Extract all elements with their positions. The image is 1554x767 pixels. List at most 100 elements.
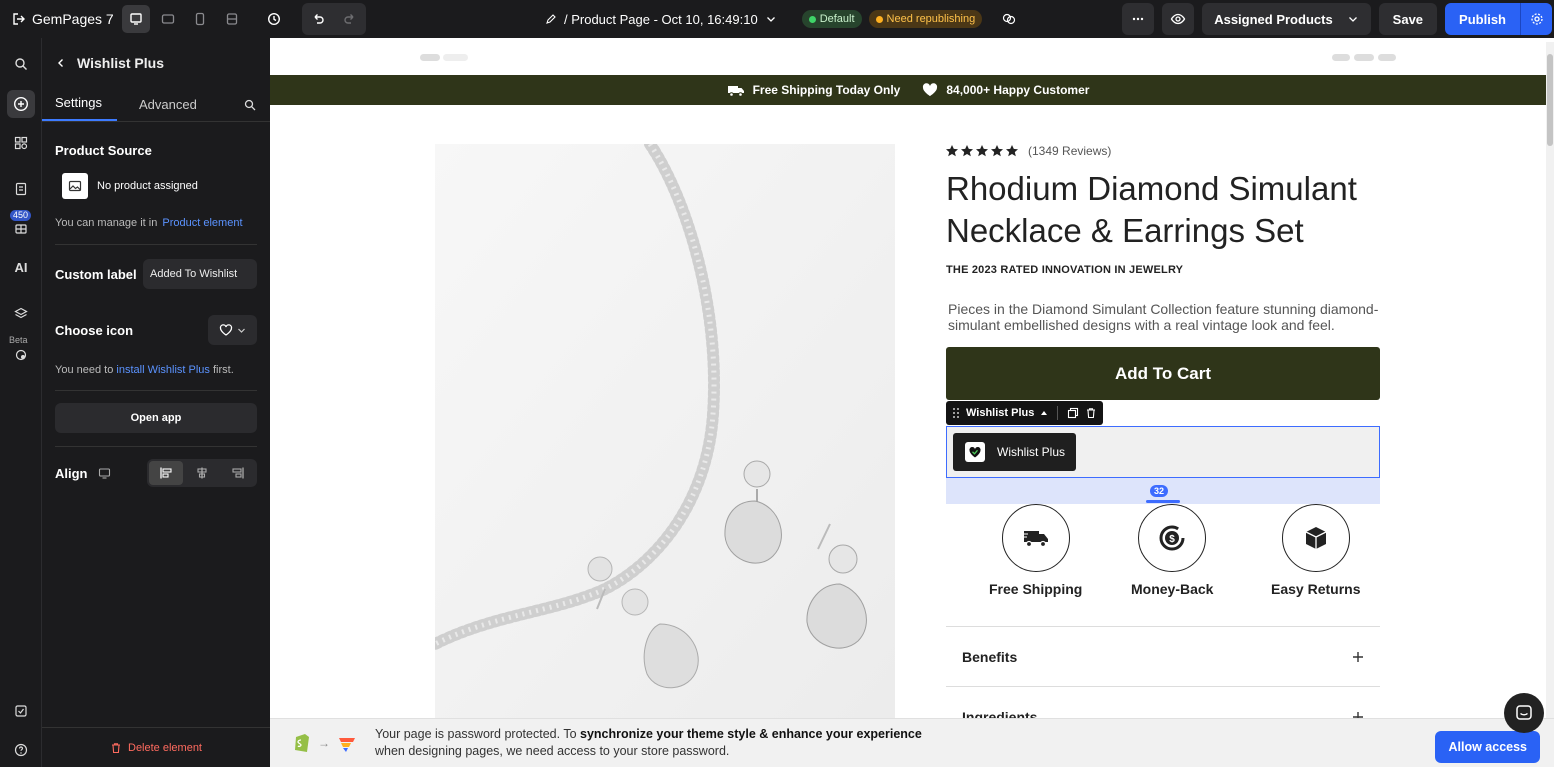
product-title: Rhodium Diamond Simulant Necklace & Earr… bbox=[946, 170, 1357, 249]
status-dot bbox=[808, 15, 816, 23]
search-rail-button[interactable] bbox=[7, 50, 35, 78]
brain-icon[interactable] bbox=[1001, 11, 1017, 27]
align-left-button[interactable] bbox=[149, 461, 183, 485]
apps-rail-button[interactable] bbox=[7, 214, 35, 242]
divider bbox=[55, 390, 257, 391]
product-image[interactable] bbox=[435, 144, 895, 719]
align-right-button[interactable] bbox=[221, 461, 255, 485]
checklist-icon bbox=[15, 705, 27, 717]
status-badge-default: Default bbox=[801, 10, 862, 28]
publish-label: Publish bbox=[1459, 11, 1506, 27]
add-to-cart-button[interactable]: Add To Cart bbox=[946, 347, 1380, 400]
checklist-rail-button[interactable] bbox=[7, 697, 35, 725]
icon-picker[interactable] bbox=[208, 315, 257, 345]
mobile-view-button[interactable] bbox=[218, 5, 246, 33]
icon-rail: 450 AI Beta bbox=[0, 38, 42, 767]
search-icon[interactable] bbox=[244, 99, 256, 111]
more-button[interactable] bbox=[1122, 3, 1155, 35]
divider bbox=[55, 446, 257, 447]
undo-redo-group bbox=[302, 3, 366, 35]
palette-icon bbox=[15, 349, 27, 361]
tab-advanced[interactable]: Advanced bbox=[139, 97, 197, 121]
publish-button[interactable]: Publish bbox=[1445, 3, 1520, 35]
divider bbox=[1057, 406, 1059, 420]
shopify-icon bbox=[295, 734, 309, 752]
skeleton-bar bbox=[1354, 54, 1374, 61]
wishlist-button-label: Wishlist Plus bbox=[997, 445, 1066, 459]
assigned-products-label: Assigned Products bbox=[1214, 11, 1333, 27]
save-label: Save bbox=[1392, 11, 1424, 27]
chat-icon bbox=[1516, 705, 1532, 720]
spacing-handle[interactable] bbox=[1146, 500, 1180, 503]
panel-tabs: Settings Advanced bbox=[42, 88, 270, 122]
product-source-label: Product Source bbox=[55, 143, 152, 158]
publish-settings-button[interactable] bbox=[1520, 3, 1552, 35]
divider bbox=[55, 244, 257, 245]
preview-button[interactable] bbox=[1162, 3, 1195, 35]
spacing-indicator[interactable]: 32 bbox=[946, 478, 1380, 504]
integration-icons: → bbox=[270, 732, 375, 754]
device-switcher bbox=[122, 5, 246, 33]
mobile-icon bbox=[226, 13, 238, 25]
history-button[interactable] bbox=[260, 5, 288, 33]
undo-button[interactable] bbox=[302, 3, 334, 35]
help-rail-button[interactable] bbox=[7, 736, 35, 764]
custom-label-input[interactable]: Added To Wishlist bbox=[143, 259, 257, 289]
password-notice-bar: → Your page is password protected. To sy… bbox=[270, 718, 1554, 767]
page-title[interactable]: / Product Page - Oct 10, 16:49:10 bbox=[564, 12, 758, 27]
open-app-button[interactable]: Open app bbox=[55, 403, 257, 433]
tab-settings[interactable]: Settings bbox=[42, 95, 117, 121]
feature-label: Easy Returns bbox=[1271, 581, 1361, 597]
tablet-view-button[interactable] bbox=[186, 5, 214, 33]
scrollbar-thumb[interactable] bbox=[1547, 54, 1553, 146]
wishlist-plus-button[interactable]: Wishlist Plus bbox=[953, 433, 1076, 471]
review-count[interactable]: (1349 Reviews) bbox=[1028, 144, 1111, 158]
layers-icon bbox=[14, 307, 28, 319]
save-button[interactable]: Save bbox=[1378, 3, 1438, 35]
chat-launcher-button[interactable] bbox=[1504, 693, 1544, 733]
edit-icon[interactable] bbox=[545, 13, 557, 25]
back-icon[interactable] bbox=[55, 57, 67, 69]
plus-icon bbox=[1353, 651, 1363, 662]
app-logo[interactable]: GemPages 7 bbox=[0, 11, 122, 27]
assigned-products-dropdown[interactable]: Assigned Products bbox=[1202, 3, 1371, 35]
accordion-benefits[interactable]: Benefits bbox=[946, 626, 1380, 686]
top-bar-actions: Assigned Products Save Publish bbox=[1122, 0, 1554, 38]
install-suffix: first. bbox=[212, 364, 234, 376]
layout-rail-button[interactable] bbox=[7, 129, 35, 157]
spacing-value: 32 bbox=[1150, 485, 1169, 497]
trash-icon[interactable] bbox=[1085, 407, 1097, 419]
align-center-button[interactable] bbox=[185, 461, 219, 485]
theme-rail-button[interactable] bbox=[7, 341, 35, 369]
editor-canvas[interactable]: Free Shipping Today Only 84,000+ Happy C… bbox=[270, 42, 1546, 767]
desktop-view-button[interactable] bbox=[122, 5, 150, 33]
allow-access-button[interactable]: Allow access bbox=[1435, 731, 1540, 763]
wishlist-plus-element[interactable]: Wishlist Plus bbox=[946, 426, 1380, 478]
notice-line-1: Your page is password protected. To sync… bbox=[375, 726, 922, 743]
caret-up-icon[interactable] bbox=[1040, 409, 1048, 417]
jewelry-photo bbox=[435, 144, 895, 719]
custom-label-label: Custom label bbox=[55, 266, 137, 282]
feature-icons: Free Shipping $ Money-Back Easy Returns bbox=[946, 504, 1380, 599]
delete-element-button[interactable]: Delete element bbox=[42, 727, 270, 767]
search-icon bbox=[15, 58, 27, 70]
add-element-rail-button[interactable] bbox=[7, 90, 35, 118]
pages-rail-button[interactable] bbox=[7, 175, 35, 203]
exit-icon bbox=[12, 12, 26, 26]
layers-rail-button[interactable] bbox=[7, 300, 35, 328]
laptop-view-button[interactable] bbox=[154, 5, 182, 33]
arrow-right-icon: → bbox=[318, 736, 330, 750]
drag-handle-icon[interactable] bbox=[952, 407, 960, 419]
chevron-down-icon[interactable] bbox=[765, 13, 777, 25]
choose-icon-label: Choose icon bbox=[55, 322, 134, 338]
canvas-scrollbar[interactable] bbox=[1546, 42, 1554, 767]
product-source-row[interactable]: No product assigned bbox=[55, 173, 257, 199]
product-element-link[interactable]: Product element bbox=[162, 217, 242, 229]
install-wishlist-link[interactable]: install Wishlist Plus bbox=[116, 364, 210, 376]
rating-stars: (1349 Reviews) bbox=[946, 144, 1382, 158]
status-badge-republish: Need republishing bbox=[868, 10, 983, 28]
duplicate-icon[interactable] bbox=[1067, 407, 1079, 419]
ai-rail-button[interactable]: AI bbox=[7, 253, 35, 281]
image-placeholder-icon bbox=[62, 173, 88, 199]
redo-button[interactable] bbox=[334, 3, 366, 35]
